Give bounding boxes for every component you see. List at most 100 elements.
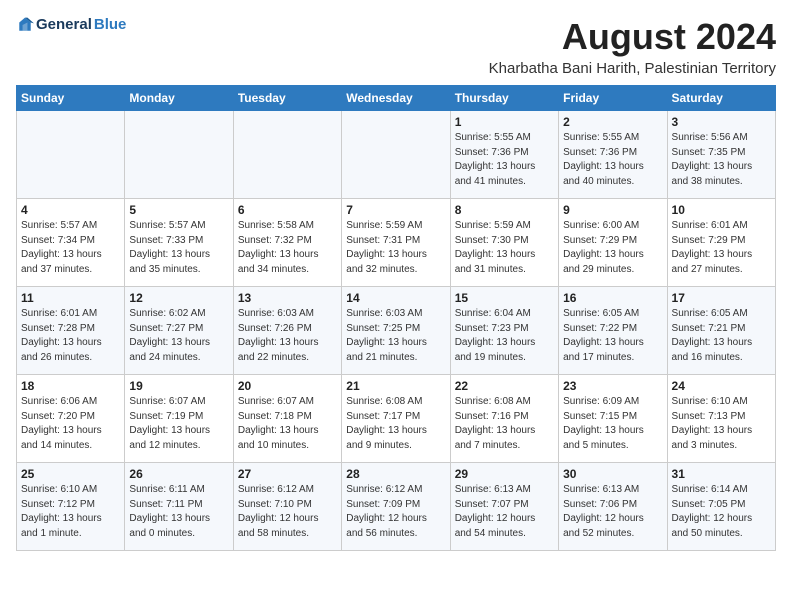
day-number: 4 xyxy=(21,203,120,217)
day-number: 8 xyxy=(455,203,554,217)
week-row-4: 18Sunrise: 6:06 AM Sunset: 7:20 PM Dayli… xyxy=(17,375,776,463)
day-number: 20 xyxy=(238,379,337,393)
calendar-cell: 12 Sunrise: 6:02 AM Sunset: 7:27 PM Dayli… xyxy=(125,287,233,375)
calendar-cell: 18Sunrise: 6:06 AM Sunset: 7:20 PM Dayli… xyxy=(17,375,125,463)
day-number: 27 xyxy=(238,467,337,481)
day-number: 1 xyxy=(455,115,554,129)
week-row-3: 11 Sunrise: 6:01 AM Sunset: 7:28 PM Dayli… xyxy=(17,287,776,375)
calendar-cell xyxy=(233,111,341,199)
weekday-header-saturday: Saturday xyxy=(667,86,775,111)
calendar-cell: 16Sunrise: 6:05 AM Sunset: 7:22 PM Dayli… xyxy=(559,287,667,375)
day-info: Sunrise: 6:00 AM Sunset: 7:29 PM Dayligh… xyxy=(563,219,662,277)
day-number: 23 xyxy=(563,379,662,393)
day-info: Sunrise: 5:59 AM Sunset: 7:30 PM Dayligh… xyxy=(455,219,554,277)
logo-general-text: General xyxy=(36,16,92,34)
day-info: Sunrise: 5:58 AM Sunset: 7:32 PM Dayligh… xyxy=(238,219,337,277)
logo: GeneralBlue xyxy=(16,16,126,34)
day-info: Sunrise: 5:55 AM Sunset: 7:36 PM Dayligh… xyxy=(563,131,662,189)
day-number: 10 xyxy=(672,203,771,217)
day-info: Sunrise: 6:14 AM Sunset: 7:05 PM Dayligh… xyxy=(672,483,771,541)
calendar-cell: 29Sunrise: 6:13 AM Sunset: 7:07 PM Dayli… xyxy=(450,463,558,551)
week-row-5: 25 Sunrise: 6:10 AM Sunset: 7:12 PM Dayli… xyxy=(17,463,776,551)
calendar-cell: 28 Sunrise: 6:12 AM Sunset: 7:09 PM Dayli… xyxy=(342,463,450,551)
calendar-cell: 7 Sunrise: 5:59 AM Sunset: 7:31 PM Daylig… xyxy=(342,199,450,287)
day-info: Sunrise: 5:57 AM Sunset: 7:33 PM Dayligh… xyxy=(129,219,228,277)
day-number: 26 xyxy=(129,467,228,481)
day-number: 25 xyxy=(21,467,120,481)
calendar-cell: 5 Sunrise: 5:57 AM Sunset: 7:33 PM Daylig… xyxy=(125,199,233,287)
calendar-cell: 31 Sunrise: 6:14 AM Sunset: 7:05 PM Dayli… xyxy=(667,463,775,551)
logo-icon xyxy=(16,16,34,34)
calendar-cell: 20 Sunrise: 6:07 AM Sunset: 7:18 PM Dayli… xyxy=(233,375,341,463)
weekday-header-tuesday: Tuesday xyxy=(233,86,341,111)
month-title: August 2024 xyxy=(489,16,776,58)
day-info: Sunrise: 6:13 AM Sunset: 7:06 PM Dayligh… xyxy=(563,483,662,541)
day-info: Sunrise: 5:56 AM Sunset: 7:35 PM Dayligh… xyxy=(672,131,771,189)
day-number: 9 xyxy=(563,203,662,217)
title-block: August 2024 Kharbatha Bani Harith, Pales… xyxy=(489,16,776,77)
day-info: Sunrise: 6:07 AM Sunset: 7:18 PM Dayligh… xyxy=(238,395,337,453)
day-number: 22 xyxy=(455,379,554,393)
day-number: 15 xyxy=(455,291,554,305)
weekday-header-sunday: Sunday xyxy=(17,86,125,111)
day-number: 7 xyxy=(346,203,445,217)
week-row-1: 1 Sunrise: 5:55 AM Sunset: 7:36 PM Daylig… xyxy=(17,111,776,199)
calendar-cell: 30Sunrise: 6:13 AM Sunset: 7:06 PM Dayli… xyxy=(559,463,667,551)
calendar-cell: 17 Sunrise: 6:05 AM Sunset: 7:21 PM Dayli… xyxy=(667,287,775,375)
day-number: 28 xyxy=(346,467,445,481)
calendar-cell: 2 Sunrise: 5:55 AM Sunset: 7:36 PM Daylig… xyxy=(559,111,667,199)
day-info: Sunrise: 6:10 AM Sunset: 7:12 PM Dayligh… xyxy=(21,483,120,541)
day-number: 31 xyxy=(672,467,771,481)
calendar-cell: 9 Sunrise: 6:00 AM Sunset: 7:29 PM Daylig… xyxy=(559,199,667,287)
calendar-cell: 4 Sunrise: 5:57 AM Sunset: 7:34 PM Daylig… xyxy=(17,199,125,287)
calendar-cell: 3 Sunrise: 5:56 AM Sunset: 7:35 PM Daylig… xyxy=(667,111,775,199)
page-header: GeneralBlue August 2024 Kharbatha Bani H… xyxy=(16,16,776,77)
day-info: Sunrise: 6:08 AM Sunset: 7:17 PM Dayligh… xyxy=(346,395,445,453)
day-number: 5 xyxy=(129,203,228,217)
day-info: Sunrise: 6:12 AM Sunset: 7:09 PM Dayligh… xyxy=(346,483,445,541)
day-info: Sunrise: 6:07 AM Sunset: 7:19 PM Dayligh… xyxy=(129,395,228,453)
day-number: 12 xyxy=(129,291,228,305)
day-info: Sunrise: 6:02 AM Sunset: 7:27 PM Dayligh… xyxy=(129,307,228,365)
day-number: 29 xyxy=(455,467,554,481)
location-title: Kharbatha Bani Harith, Palestinian Terri… xyxy=(489,60,776,77)
weekday-header-wednesday: Wednesday xyxy=(342,86,450,111)
calendar-cell xyxy=(17,111,125,199)
calendar-cell: 14Sunrise: 6:03 AM Sunset: 7:25 PM Dayli… xyxy=(342,287,450,375)
day-info: Sunrise: 6:04 AM Sunset: 7:23 PM Dayligh… xyxy=(455,307,554,365)
day-number: 11 xyxy=(21,291,120,305)
day-info: Sunrise: 6:12 AM Sunset: 7:10 PM Dayligh… xyxy=(238,483,337,541)
calendar-cell: 24Sunrise: 6:10 AM Sunset: 7:13 PM Dayli… xyxy=(667,375,775,463)
day-info: Sunrise: 5:59 AM Sunset: 7:31 PM Dayligh… xyxy=(346,219,445,277)
day-number: 21 xyxy=(346,379,445,393)
day-number: 3 xyxy=(672,115,771,129)
day-number: 17 xyxy=(672,291,771,305)
calendar-cell: 26Sunrise: 6:11 AM Sunset: 7:11 PM Dayli… xyxy=(125,463,233,551)
calendar-cell: 21 Sunrise: 6:08 AM Sunset: 7:17 PM Dayli… xyxy=(342,375,450,463)
day-info: Sunrise: 6:08 AM Sunset: 7:16 PM Dayligh… xyxy=(455,395,554,453)
calendar-cell xyxy=(342,111,450,199)
day-info: Sunrise: 6:06 AM Sunset: 7:20 PM Dayligh… xyxy=(21,395,120,453)
weekday-header-row: SundayMondayTuesdayWednesdayThursdayFrid… xyxy=(17,86,776,111)
day-info: Sunrise: 5:55 AM Sunset: 7:36 PM Dayligh… xyxy=(455,131,554,189)
day-number: 14 xyxy=(346,291,445,305)
day-info: Sunrise: 6:03 AM Sunset: 7:26 PM Dayligh… xyxy=(238,307,337,365)
day-info: Sunrise: 6:01 AM Sunset: 7:29 PM Dayligh… xyxy=(672,219,771,277)
week-row-2: 4 Sunrise: 5:57 AM Sunset: 7:34 PM Daylig… xyxy=(17,199,776,287)
calendar-cell: 13 Sunrise: 6:03 AM Sunset: 7:26 PM Dayli… xyxy=(233,287,341,375)
calendar-cell: 22 Sunrise: 6:08 AM Sunset: 7:16 PM Dayli… xyxy=(450,375,558,463)
day-number: 13 xyxy=(238,291,337,305)
calendar-cell: 11 Sunrise: 6:01 AM Sunset: 7:28 PM Dayli… xyxy=(17,287,125,375)
calendar-cell: 6Sunrise: 5:58 AM Sunset: 7:32 PM Daylig… xyxy=(233,199,341,287)
day-info: Sunrise: 6:01 AM Sunset: 7:28 PM Dayligh… xyxy=(21,307,120,365)
calendar-cell: 10 Sunrise: 6:01 AM Sunset: 7:29 PM Dayli… xyxy=(667,199,775,287)
day-number: 2 xyxy=(563,115,662,129)
day-info: Sunrise: 6:10 AM Sunset: 7:13 PM Dayligh… xyxy=(672,395,771,453)
day-info: Sunrise: 6:05 AM Sunset: 7:22 PM Dayligh… xyxy=(563,307,662,365)
day-info: Sunrise: 6:09 AM Sunset: 7:15 PM Dayligh… xyxy=(563,395,662,453)
calendar-cell: 25 Sunrise: 6:10 AM Sunset: 7:12 PM Dayli… xyxy=(17,463,125,551)
day-info: Sunrise: 5:57 AM Sunset: 7:34 PM Dayligh… xyxy=(21,219,120,277)
calendar-cell xyxy=(125,111,233,199)
weekday-header-monday: Monday xyxy=(125,86,233,111)
day-info: Sunrise: 6:05 AM Sunset: 7:21 PM Dayligh… xyxy=(672,307,771,365)
